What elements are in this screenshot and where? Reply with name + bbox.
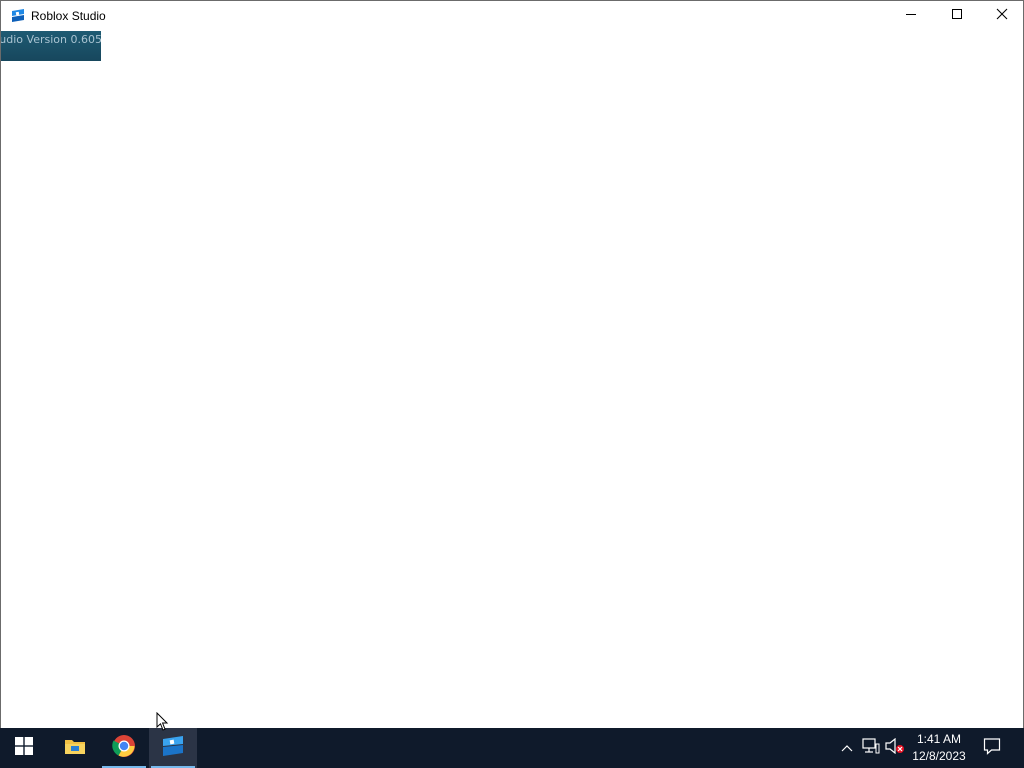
show-hidden-icons-button[interactable]: [837, 738, 857, 758]
taskbar-chrome[interactable]: [100, 728, 148, 768]
window-title: Roblox Studio: [31, 9, 106, 23]
chevron-up-icon: [841, 739, 853, 757]
mouse-cursor-icon: [156, 711, 170, 732]
windows-logo-icon: [15, 736, 33, 760]
minimize-icon: [905, 7, 917, 25]
taskbar-roblox-studio[interactable]: [149, 728, 197, 768]
minimize-button[interactable]: [888, 1, 934, 31]
roblox-studio-window: Roblox Studio Studio Version 0.605.1: [0, 0, 1024, 728]
studio-splash-banner: Studio Version 0.605.1: [1, 31, 101, 61]
action-center-button[interactable]: [980, 736, 1004, 760]
chrome-icon: [112, 734, 136, 763]
close-icon: [996, 7, 1008, 25]
volume-tray-button[interactable]: [885, 737, 905, 759]
studio-version-text: Studio Version 0.605.1: [1, 33, 101, 46]
maximize-button[interactable]: [934, 1, 980, 31]
volume-muted-icon: [885, 737, 905, 759]
taskbar: 1:41 AM 12/8/2023: [0, 728, 1024, 768]
title-bar[interactable]: Roblox Studio: [1, 1, 1023, 31]
network-tray-button[interactable]: [861, 737, 881, 759]
roblox-studio-icon: [10, 8, 26, 24]
network-icon: [862, 737, 880, 759]
close-button[interactable]: [979, 1, 1024, 31]
taskbar-file-explorer[interactable]: [51, 728, 99, 768]
notification-icon: [983, 737, 1001, 760]
folder-icon: [64, 737, 86, 760]
start-button[interactable]: [0, 728, 48, 768]
maximize-icon: [951, 7, 963, 25]
clock-date: 12/8/2023: [912, 749, 966, 763]
roblox-studio-icon: [161, 735, 185, 762]
clock-time: 1:41 AM: [916, 732, 962, 746]
taskbar-clock[interactable]: 1:41 AM 12/8/2023: [905, 731, 973, 765]
